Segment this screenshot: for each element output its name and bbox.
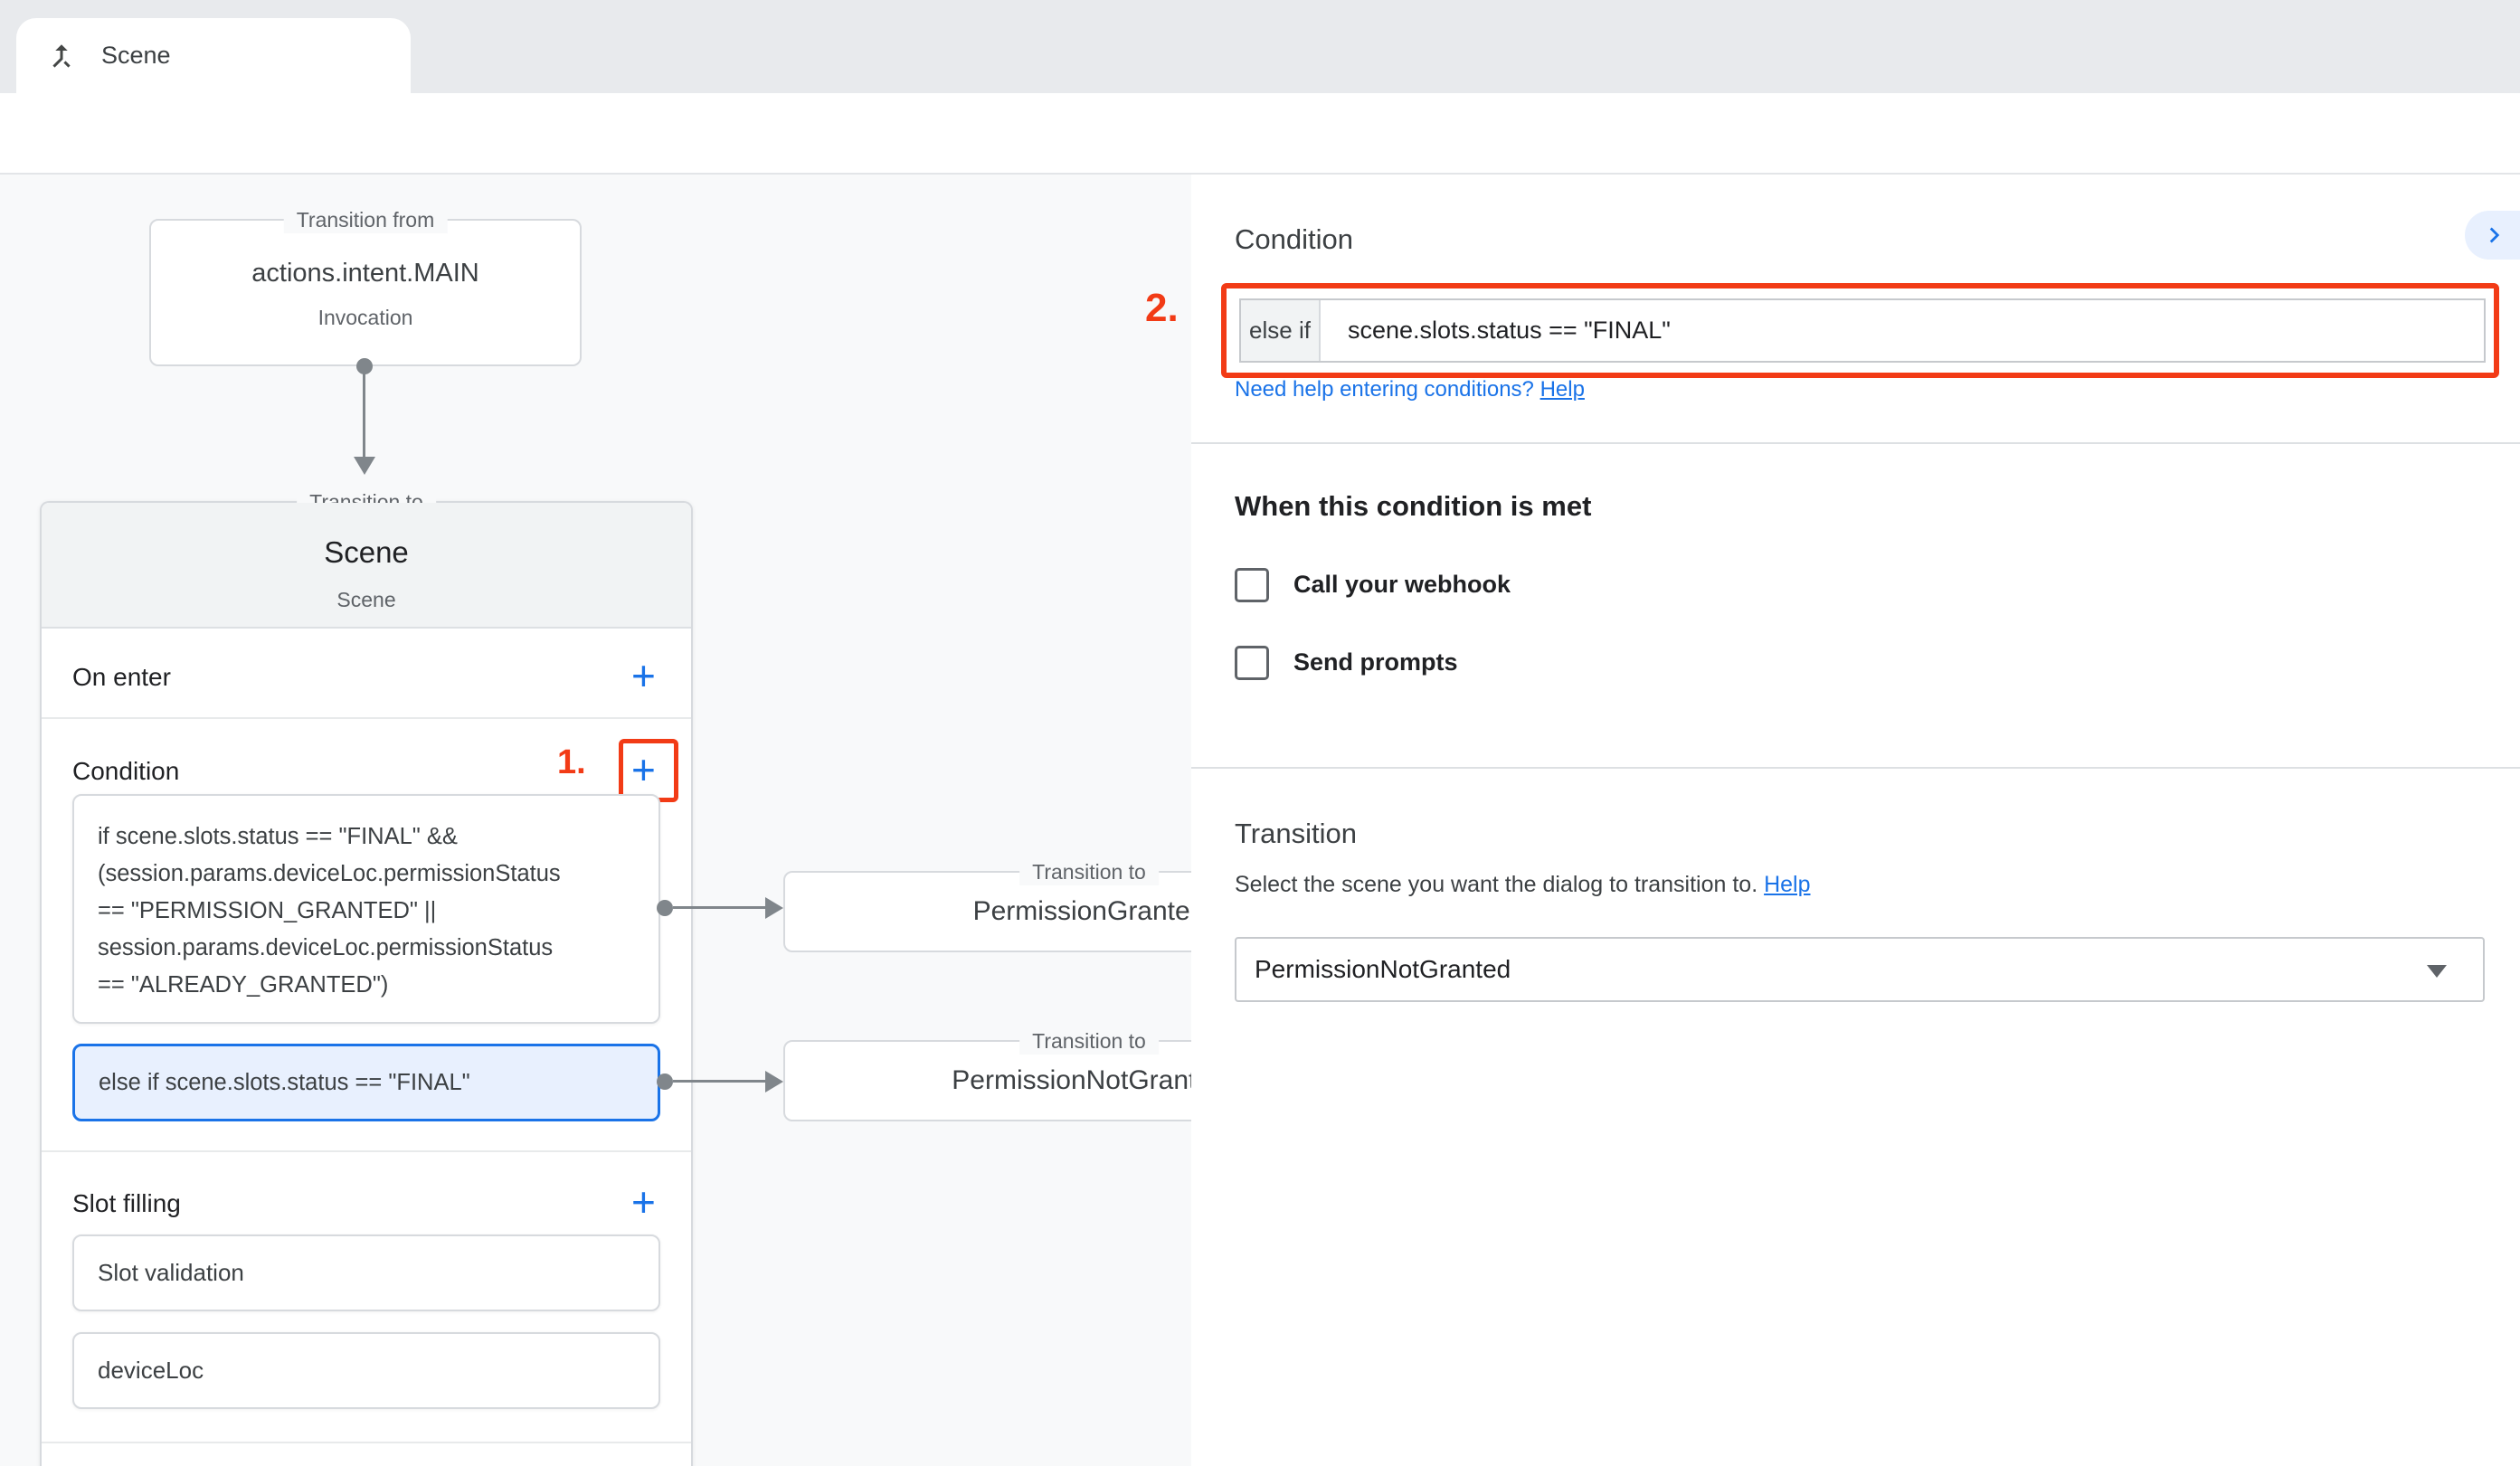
tab-bar: Scene — [0, 0, 2520, 93]
help-link[interactable]: Help — [1540, 377, 1585, 402]
transition-heading: Transition — [1235, 818, 1357, 850]
add-slot-button[interactable]: + — [631, 1181, 656, 1223]
scene-node-subtitle: Scene — [42, 588, 691, 612]
connector-line — [673, 906, 765, 909]
chevron-right-icon — [2479, 220, 2510, 251]
call-webhook-label[interactable]: Call your webhook — [1293, 571, 1511, 599]
transition-from-card[interactable]: Transition from actions.intent.MAIN Invo… — [149, 219, 582, 366]
slot-item[interactable]: Slot validation — [72, 1234, 660, 1311]
scene-node-card: Transition to Scene Scene On enter + Con… — [40, 501, 693, 1466]
connector-arrowhead — [765, 897, 783, 919]
step-1-annotation: 1. — [557, 743, 586, 782]
send-prompts-label[interactable]: Send prompts — [1293, 648, 1458, 676]
tab-label: Scene — [101, 42, 171, 70]
scene-node-header[interactable]: Scene Scene — [42, 503, 691, 629]
transition-to-legend: Transition to — [1019, 858, 1159, 885]
dropdown-caret-icon — [2427, 965, 2447, 978]
transition-help-link[interactable]: Help — [1764, 872, 1810, 897]
intent-name: actions.intent.MAIN — [151, 259, 580, 288]
collapse-panel-button[interactable] — [2465, 211, 2520, 260]
target-scene-name: PermissionNotGranted — [952, 1065, 1226, 1096]
add-on-enter-button[interactable]: + — [631, 655, 656, 696]
dropdown-value: PermissionNotGranted — [1255, 955, 1511, 984]
when-condition-met-heading: When this condition is met — [1235, 490, 1591, 523]
divider — [42, 1442, 691, 1443]
call-webhook-checkbox[interactable] — [1235, 568, 1269, 602]
connector-arrowhead — [354, 457, 375, 475]
hint-text: Select the scene you want the dialog to … — [1235, 872, 1757, 897]
header: Scene English Cancel Save — [0, 93, 2520, 175]
divider — [42, 1150, 691, 1152]
connector-dot — [657, 900, 673, 916]
scene-editor: Scene Scene English Cancel Save Transiti… — [0, 0, 2520, 1466]
send-prompts-checkbox[interactable] — [1235, 646, 1269, 680]
condition-item[interactable]: if scene.slots.status == "FINAL" && (ses… — [72, 794, 660, 1024]
scene-node-title: Scene — [42, 535, 691, 570]
condition-detail-panel: Condition else if Need help entering con… — [1191, 175, 2520, 1466]
condition-help-line: Need help entering conditions? Help — [1235, 377, 1585, 402]
step-2-highlight-box — [1221, 283, 2499, 378]
step-2-annotation: 2. — [1145, 286, 1179, 331]
transition-to-legend: Transition to — [1019, 1027, 1159, 1055]
connector-arrowhead — [765, 1071, 783, 1092]
intent-type: Invocation — [151, 306, 580, 330]
add-condition-button[interactable]: + — [631, 749, 656, 790]
on-enter-label: On enter — [72, 663, 171, 692]
merge-type-icon — [45, 40, 78, 72]
help-text: Need help entering conditions? — [1235, 377, 1534, 402]
transition-hint: Select the scene you want the dialog to … — [1235, 872, 1811, 898]
slot-filling-label: Slot filling — [72, 1189, 181, 1218]
condition-item-selected[interactable]: else if scene.slots.status == "FINAL" — [72, 1044, 660, 1121]
target-scene-name: PermissionGranted — [973, 896, 1206, 927]
transition-scene-dropdown[interactable]: PermissionNotGranted — [1235, 937, 2485, 1002]
condition-section-label: Condition — [72, 757, 179, 786]
slot-item[interactable]: deviceLoc — [72, 1332, 660, 1409]
connector-line — [673, 1080, 765, 1083]
divider — [1191, 767, 2520, 769]
condition-heading: Condition — [1235, 223, 1353, 256]
transition-from-legend: Transition from — [284, 206, 448, 233]
tab-scene[interactable]: Scene — [16, 18, 411, 93]
divider — [1191, 442, 2520, 444]
divider — [42, 717, 691, 719]
connector-dot — [657, 1073, 673, 1090]
connector-line — [363, 366, 365, 459]
